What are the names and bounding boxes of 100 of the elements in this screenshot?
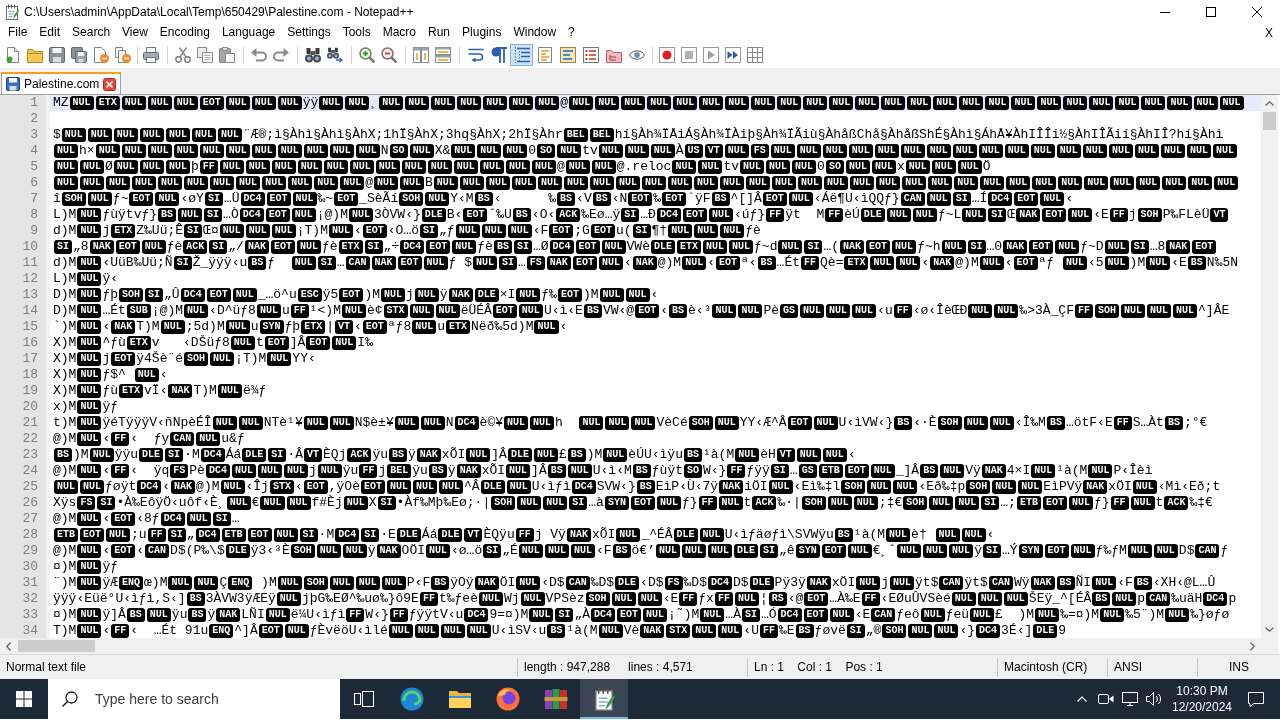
code-line: ÿÿÿ‹Eüë°U‹ìƒì,S‹] BS 3ÀVW3ÿÆEÿ NUL jþG‰EØ^‰uø‰}ô9E FF t‰ƒeè NUL Wj NUL VPSèz SOH NUL NUL ‹E FF ƒx FF NUL ¦ RS ‹@ EOT …À‰E FF ‹EØuÛVSèé NUL NUL NUL ŠEÿ_^[ÉÂ BS NUL p CAN ‰uäH DC4 p: [52, 591, 1237, 607]
browser-icon: [400, 687, 424, 711]
line-number: 13: [21, 287, 39, 303]
stacked-windows-icon: [435, 47, 451, 63]
toolbar-button[interactable]: [656, 44, 678, 66]
zoom-out-icon: [381, 47, 397, 63]
clock-button[interactable]: 10:30 PM 12/20/2024: [1166, 679, 1238, 719]
line-number: 25: [21, 479, 39, 495]
printer-icon: [143, 47, 159, 63]
toolbar-button[interactable]: [140, 44, 162, 66]
chevron-left-icon: [6, 641, 11, 651]
toolbar-button[interactable]: [722, 44, 744, 66]
menu-item[interactable]: Window: [507, 24, 563, 41]
play-icon: [703, 47, 719, 63]
code-line: SI „8 NAK EOT NUL ƒè ACK SI „/ NAK EOT NUL ƒè ETX SI „÷ DC4 EOT NUL ƒè BS SI …Ø DC4 EOT NUL VWè DLE ETX NUL NUL ƒ~d NUL SI …( NAK EOT NUL ƒ~h NUL SI …0 NAK EOT NUL ƒ~D NUL SI …8 NAK EOT: [50, 239, 1218, 255]
pilcrow-icon: [490, 47, 507, 63]
line-number: 34: [21, 623, 39, 638]
code-line: L)M NUL ÿ‹: [52, 271, 119, 287]
scroll-thumb[interactable]: [1263, 112, 1276, 130]
search-field[interactable]: Type here to search: [48, 679, 340, 719]
taskbar-app-button[interactable]: [580, 679, 628, 719]
notification-icon: [1248, 691, 1264, 707]
menu-item[interactable]: View: [116, 24, 154, 41]
menu-item[interactable]: ?: [562, 24, 581, 41]
line-number: 10: [21, 239, 39, 255]
code-line: NUL NUL Ø NUL NUL NUL þ FF NUL NUL NUL NUL NUL NUL NUL NUL NUL NUL NUL NUL NUL @ NUL NUL @.reloc NUL NUL tv NUL NUL NUL 0 SO NUL NUL x NUL NUL NUL Ö: [50, 159, 991, 175]
menu-item[interactable]: Settings: [281, 24, 337, 41]
browser-icon: [496, 687, 520, 711]
chevron-right-icon: [1250, 641, 1255, 651]
toolbar-button[interactable]: [378, 44, 400, 66]
code-line: @)M NUL ‹ EOT ‹ CAN D$(P‰\$ DLE ÿ3‹³È SOH NUL NUL ÿ NAK OÖI NUL ‹ø…ö SI „É NUL NUL NUL ‹F BS ö€’ NUL NUL NUL DLE SI „ê SYN EOT NUL €¸ˆ NUL NUL NUL ÿ SI …Ý SYN EOT NUL ƒ‰ƒM NUL NUL D$ CAN ƒ: [52, 543, 1229, 559]
line-number: 33: [21, 607, 39, 623]
line-number: 28: [21, 527, 39, 543]
scissors-icon: [175, 47, 191, 63]
task-view-icon: [354, 691, 374, 707]
line-number: 3: [29, 127, 39, 143]
code-line: BS )M NUL ÿÿu DLE SI ·M DC4 Áá DLE SI ·Â VT ÈQj ACK ÿu BS ÿ NAK xÕI NUL ]Â DLE NUL £ BS )M NUL èÚU‹ìÿu BS ¹à(M NUL èH VT NUL NUL ‹: [50, 447, 856, 463]
books-icon: [544, 687, 568, 711]
menu-item[interactable]: Run: [422, 24, 457, 41]
line-number: 17: [21, 351, 39, 367]
grid-icon: [747, 47, 763, 63]
search-icon: [62, 691, 78, 707]
menu-item[interactable]: Macro: [376, 24, 422, 41]
line-number: 4: [29, 143, 39, 159]
line-number: 14: [21, 303, 39, 319]
tab[interactable]: Palestine.com: [1, 72, 122, 94]
line-number: 6: [29, 175, 39, 191]
code-line: D)M NUL …Ét SUB ¡@)M NUL ‹D^üƒ8 NUL u FF ¹<)M NUL è¢ STX NUL NUL ëÜÉÂ EOT NUL U‹ì‹E BS VW‹@ EOT ‹ BS è‹³ NUL NUL Pè GS NUL NUL NUL ‹u FF ‹ø‹ÎèŒÐ NUL NUL ‰>3À_ÇF FF SOH NUL NUL NUL ^]ÂE: [52, 303, 1230, 319]
code-line: ETB EOT NUL ;u FF SI „ DC4 ETB EOT NUL SI ·M DC4 SI ·E DLE Áá DLE VT ÈQÿu FF j Vÿ NAK xÕI NUL _^ÉÂ DLE NUL U‹ìƒäøƒì\SVWÿu BS ¹à(M NUL è† NUL NUL ‹: [50, 527, 995, 543]
line-number: 31: [21, 575, 39, 591]
menu-item[interactable]: Search: [66, 24, 117, 41]
network-icon: [1122, 692, 1138, 706]
code-line: X)M NUL ^ƒù ETX v ‹DŠüƒ8 NUL t EOT ]Â EOT NUL I‰: [52, 335, 373, 351]
menu-item[interactable]: Plugins: [456, 24, 508, 41]
code-line: $ NUL NUL NUL NUL NUL NUL NUL ¨Æ®;ì§Àhì§Àhì§ÀhX;1hÏ§ÀhX;3hq§ÀhX;2hÏ§Àhr BEL BEL hí§Àh¾ÏÅiÁ§Àh¾ÏÀiþ§Àh¾ÏÃiù§ÀhåßChå§ÀhåßShÉ§Àhì§ÁhÅ¥ÀhIÎÎi½§ÀhIÎÃií§ÀhIÎ?hí§Àhì: [52, 127, 1224, 143]
code-line: @)M NUL ‹ FF ‹ ÿq FS Pè DC4 NUL NUL NUL j NUL ÿu FF j BEL ÿu BS ÿ NAK xÕI NUL ]Â BS NUL U‹ì‹M BS ƒùÿt SO W‹} FF ƒÿÿ SI … GS ETB EOT NUL _]Â BS NUL Vÿ NAK 4×I NUL ¹à(M NUL P‹Îèì: [52, 463, 1153, 479]
code-line: @)M NUL ‹ FF ‹ ƒy CAN NUL u&ƒ: [52, 431, 245, 447]
binoculars-icon: [305, 47, 321, 63]
code-line: X)M NUL ƒù ETX vÏ‹ NAK T)M NUL ë¾ƒ: [52, 383, 267, 399]
pages-minus-icon: [115, 47, 131, 63]
insert-mode-label: INS: [1229, 660, 1249, 674]
line-number: 27: [21, 511, 39, 527]
line-number: 11: [21, 255, 39, 271]
notepad-icon: [592, 687, 616, 711]
lines-page-icon: [536, 47, 553, 63]
toolbar-button[interactable]: [46, 44, 68, 66]
side-by-side-windows-icon: [413, 47, 429, 63]
line-number: 22: [21, 431, 39, 447]
menu-item[interactable]: Edit: [33, 24, 67, 41]
line-number: 7: [29, 191, 39, 207]
close-document-button[interactable]: X: [1263, 24, 1275, 41]
horizontal-scrollbar[interactable]: [0, 638, 1261, 654]
code-line: L)M NUL ƒùÿtvƒ} BS NUL SI …Ò DC4 EOT NUL ¡@)M NUL 3ÒVW‹} DLE B‹ EOT ˆ‰U BS ‹O‹ ACK ‰Eø…ÿ SI …Ð DC4 EOT NUL ‹úƒ} FF ÿt M FF èÚ DLE NUL NUL ƒ~L NUL SI Œ NAK EOT NUL ‹E FF j SOH P‰FLèÜ VT: [50, 207, 1230, 223]
line-number: 24: [21, 463, 39, 479]
line-number: 5: [29, 159, 39, 175]
speaker-icon: [1146, 692, 1162, 706]
length-label: length : 947,288: [524, 660, 611, 674]
menu-item[interactable]: Encoding: [153, 24, 216, 41]
page-icon: [5, 47, 21, 63]
line-number: 30: [21, 559, 39, 575]
line-number: 19: [21, 383, 39, 399]
stop-icon: [681, 47, 697, 63]
record-icon: [659, 47, 675, 63]
menu-item[interactable]: Tools: [336, 24, 377, 41]
toolbar-button[interactable]: [510, 44, 533, 66]
close-icon[interactable]: [103, 77, 117, 91]
code-line: ¨)M NUL ÿÆ ENQ œ)M NUL NUL Ç ENQ )M NUL SOH NUL NUL NUL P‹F BS ÿOÿ NAK ÖI NUL ‹D$ CAN ‰D$ DLE ‹D$ FS ‰D$ DC4 D$ DLE Pÿ3ÿ NAK xÖI NUL j NUL ÿt$ CAN ÿt$ CAN Wÿ NAK BS ÑI NUL ‹F BS ‹XH‹@L…Û: [52, 575, 1216, 591]
code-line: NUL NUL ƒøÿt DC4 ‹ NAK @)M NUL ‹Îj STX ‹ EOT ,ÿOè EOT NUL NUL NUL ^Â DLE NUL U‹ìƒì DC4 SVW‹} BS EìP‹Ù‹7ÿ NAK iÖI NUL ‹Eì‰‡l SOH NUL NUL ‹Eð‰‡p SOH NUL NUL EìPVÿ NAK xÖI NUL ‹Mì‹Eð;t: [50, 479, 1221, 495]
code-line: x)M NUL ÿƒ: [52, 399, 119, 415]
cursor-position-label: Ln : 1 Col : 1 Pos : 1: [754, 660, 883, 674]
chevron-up-icon: [1077, 696, 1087, 702]
toolbar-button[interactable]: [68, 44, 90, 66]
menu-item[interactable]: File: [2, 24, 34, 41]
windows-logo-icon: [16, 691, 32, 707]
menu-item[interactable]: Language: [215, 24, 282, 41]
code-line: NUL NUL NUL NUL NUL NUL NUL NUL NUL NUL NUL NUL @ NUL NUL B NUL NUL NUL NUL NUL NUL NUL NUL NUL NUL NUL NUL NUL NUL NUL NUL NUL NUL NUL NUL NUL NUL NUL NUL NUL NUL NUL NUL NUL NUL NUL: [50, 175, 1240, 191]
folder-tree-icon: [605, 47, 622, 63]
scroll-thumb[interactable]: [18, 640, 95, 652]
code-line: t)M NUL ÿéTÿÿÿV‹ñNpèÉÎ NUL NUL NTè¹¥ NUL NUL N$è±¥ NUL NUL N DC4 è©¥ NUL NUL h NUL NUL NUL VèCé SOH NUL YY‹Æ^Â EOT NUL U‹ìVW‹} BS ‹·È SOH NUL NUL ‹Î‰M BS …ötF‹E FF S…Àt BS ;°€: [52, 415, 1208, 431]
vertical-scrollbar[interactable]: [1261, 95, 1278, 638]
